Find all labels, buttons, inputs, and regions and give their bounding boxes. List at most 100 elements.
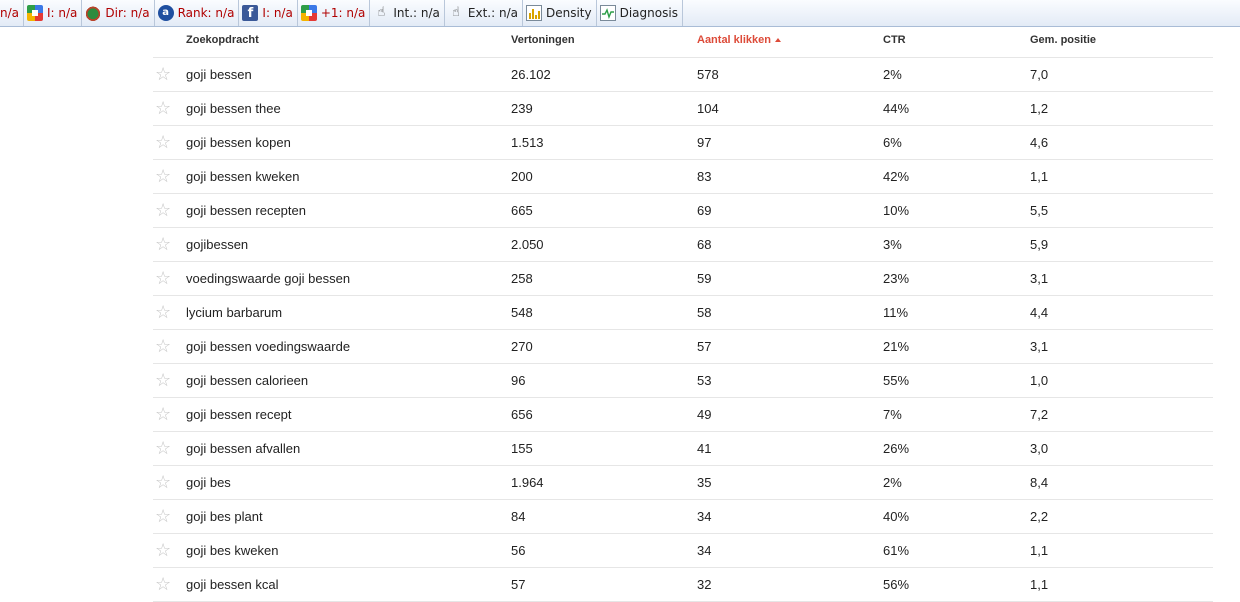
query-cell: goji bessen recepten xyxy=(186,203,306,218)
toolbar-item-rank[interactable]: a Rank: n/a xyxy=(155,0,240,26)
table-header: Zoekopdracht Vertoningen Aantal klikken … xyxy=(153,27,1213,58)
star-icon[interactable]: ☆ xyxy=(155,58,175,91)
clicks-cell: 53 xyxy=(697,373,712,388)
position-cell: 7,2 xyxy=(1030,407,1049,422)
toolbar-item-diagnosis[interactable]: Diagnosis xyxy=(597,0,683,26)
ctr-cell: 2% xyxy=(883,475,902,490)
facebook-icon: f xyxy=(242,5,259,21)
toolbar-item-label: Int.: n/a xyxy=(393,6,440,20)
star-icon[interactable]: ☆ xyxy=(155,330,175,363)
column-header-query[interactable]: Zoekopdracht xyxy=(186,27,259,53)
query-cell: lycium barbarum xyxy=(186,305,283,320)
toolbar-item-internal-links[interactable]: ☝ Int.: n/a xyxy=(370,0,445,26)
clicks-cell: 97 xyxy=(697,135,712,150)
ctr-cell: 6% xyxy=(883,135,902,150)
query-cell: gojibessen xyxy=(186,237,249,252)
google-icon xyxy=(27,5,44,21)
impressions-cell: 1.964 xyxy=(511,475,544,490)
clicks-cell: 35 xyxy=(697,475,712,490)
toolbar-item-label: Rank: n/a xyxy=(177,6,235,20)
query-cell: goji bes plant xyxy=(186,509,263,524)
ctr-cell: 61% xyxy=(883,543,910,558)
impressions-cell: 56 xyxy=(511,543,526,558)
ctr-cell: 26% xyxy=(883,441,910,456)
position-cell: 5,9 xyxy=(1030,237,1049,252)
clicks-cell: 57 xyxy=(697,339,712,354)
impressions-cell: 656 xyxy=(511,407,533,422)
star-icon[interactable]: ☆ xyxy=(155,92,175,125)
toolbar-item-directory[interactable]: Dir: n/a xyxy=(82,0,155,26)
toolbar-item-label: n/a xyxy=(0,6,20,20)
table-row: ☆ goji bessen voedingswaarde 270 57 21% … xyxy=(153,330,1213,364)
position-cell: 4,4 xyxy=(1030,305,1049,320)
table-row: ☆ goji bessen kopen 1.513 97 6% 4,6 xyxy=(153,126,1213,160)
impressions-cell: 270 xyxy=(511,339,533,354)
toolbar-item-density[interactable]: Density xyxy=(523,0,597,26)
toolbar-item-label: Diagnosis xyxy=(619,6,678,20)
column-header-position[interactable]: Gem. positie xyxy=(1030,27,1096,53)
star-icon[interactable]: ☆ xyxy=(155,262,175,295)
table-row: ☆ goji bes 1.964 35 2% 8,4 xyxy=(153,466,1213,500)
position-cell: 3,1 xyxy=(1030,339,1049,354)
ctr-cell: 55% xyxy=(883,373,910,388)
query-cell: goji bes xyxy=(186,475,231,490)
impressions-cell: 665 xyxy=(511,203,533,218)
star-icon[interactable]: ☆ xyxy=(155,126,175,159)
ctr-cell: 10% xyxy=(883,203,910,218)
star-icon[interactable]: ☆ xyxy=(155,364,175,397)
column-header-clicks[interactable]: Aantal klikken xyxy=(697,27,781,53)
star-icon[interactable]: ☆ xyxy=(155,228,175,261)
star-icon[interactable]: ☆ xyxy=(155,194,175,227)
ctr-cell: 40% xyxy=(883,509,910,524)
star-icon[interactable]: ☆ xyxy=(155,398,175,431)
star-icon[interactable]: ☆ xyxy=(155,432,175,465)
table-row: ☆ lycium barbarum 548 58 11% 4,4 xyxy=(153,296,1213,330)
external-links-icon: ☝ xyxy=(451,5,460,20)
query-cell: goji bessen thee xyxy=(186,101,281,116)
query-cell: goji bes kweken xyxy=(186,543,279,558)
table-row: ☆ goji bessen thee 239 104 44% 1,2 xyxy=(153,92,1213,126)
clicks-cell: 578 xyxy=(697,67,719,82)
toolbar-item-google-plus[interactable]: +1: n/a xyxy=(298,0,371,26)
clicks-cell: 69 xyxy=(697,203,712,218)
position-cell: 1,0 xyxy=(1030,373,1049,388)
clicks-cell: 83 xyxy=(697,169,712,184)
star-icon[interactable]: ☆ xyxy=(155,160,175,193)
table-row: ☆ voedingswaarde goji bessen 258 59 23% … xyxy=(153,262,1213,296)
table-body: ☆ goji bessen 26.102 578 2% 7,0 ☆ goji b… xyxy=(153,58,1213,602)
clicks-cell: 34 xyxy=(697,509,712,524)
toolbar-item-facebook[interactable]: f I: n/a xyxy=(239,0,298,26)
toolbar-item-external-links[interactable]: ☝ Ext.: n/a xyxy=(445,0,523,26)
clicks-cell: 34 xyxy=(697,543,712,558)
table-row: ☆ goji bessen afvallen 155 41 26% 3,0 xyxy=(153,432,1213,466)
impressions-cell: 258 xyxy=(511,271,533,286)
star-icon[interactable]: ☆ xyxy=(155,466,175,499)
seo-toolbar: n/a I: n/a Dir: n/a a Rank: n/a f I: n/a… xyxy=(0,0,1240,27)
query-cell: goji bessen voedingswaarde xyxy=(186,339,351,354)
dmoz-icon xyxy=(85,5,102,21)
toolbar-item-pagerank[interactable]: n/a xyxy=(0,0,25,26)
position-cell: 7,0 xyxy=(1030,67,1049,82)
table-row: ☆ goji bessen recept 656 49 7% 7,2 xyxy=(153,398,1213,432)
table-row: ☆ goji bes plant 84 34 40% 2,2 xyxy=(153,500,1213,534)
star-icon[interactable]: ☆ xyxy=(155,534,175,567)
ctr-cell: 11% xyxy=(883,305,909,320)
query-cell: goji bessen kweken xyxy=(186,169,300,184)
query-cell: goji bessen afvallen xyxy=(186,441,301,456)
rank-icon: a xyxy=(157,5,174,21)
impressions-cell: 239 xyxy=(511,101,533,116)
star-icon[interactable]: ☆ xyxy=(155,296,175,329)
star-icon[interactable]: ☆ xyxy=(155,568,175,601)
position-cell: 5,5 xyxy=(1030,203,1049,218)
star-icon[interactable]: ☆ xyxy=(155,500,175,533)
clicks-cell: 49 xyxy=(697,407,712,422)
table-row: ☆ goji bes kweken 56 34 61% 1,1 xyxy=(153,534,1213,568)
toolbar-item-label: Ext.: n/a xyxy=(467,6,518,20)
toolbar-item-google-index[interactable]: I: n/a xyxy=(24,0,83,26)
toolbar-item-label: Dir: n/a xyxy=(105,6,150,20)
position-cell: 4,6 xyxy=(1030,135,1049,150)
column-header-impressions[interactable]: Vertoningen xyxy=(511,27,575,53)
clicks-cell: 68 xyxy=(697,237,712,252)
column-header-ctr[interactable]: CTR xyxy=(883,27,906,53)
density-icon xyxy=(525,5,542,21)
